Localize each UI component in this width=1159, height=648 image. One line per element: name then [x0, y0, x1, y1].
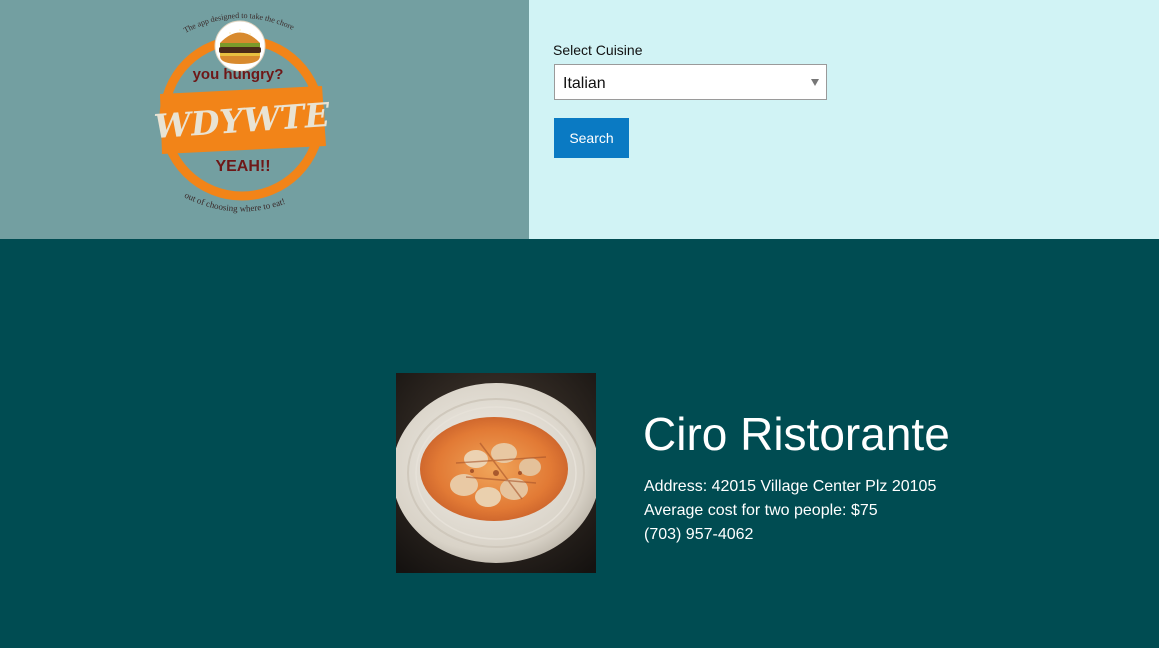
restaurant-address: Address: 42015 Village Center Plz 20105	[644, 478, 937, 495]
chevron-down-icon	[811, 79, 819, 86]
search-panel: Select Cuisine Italian Search	[529, 0, 1159, 239]
results-section: Ciro Ristorante Address: 42015 Village C…	[0, 239, 1159, 648]
cuisine-label: Select Cuisine	[553, 42, 643, 58]
restaurant-cost: Average cost for two people: $75	[644, 502, 878, 519]
search-button[interactable]: Search	[554, 118, 629, 158]
restaurant-photo	[396, 373, 596, 573]
burger-icon	[214, 20, 266, 72]
restaurant-phone[interactable]: (703) 957-4062	[644, 526, 753, 544]
logo-panel: The app designed to take the chore out o…	[0, 0, 529, 239]
cuisine-select-value: Italian	[563, 75, 606, 92]
logo-headline: you hungry?	[193, 66, 284, 83]
cuisine-select[interactable]: Italian	[554, 64, 827, 100]
header: The app designed to take the chore out o…	[0, 0, 1159, 239]
app-logo[interactable]: The app designed to take the chore out o…	[150, 6, 334, 224]
restaurant-name: Ciro Ristorante	[643, 408, 950, 460]
logo-tagline: YEAH!!	[215, 158, 270, 175]
